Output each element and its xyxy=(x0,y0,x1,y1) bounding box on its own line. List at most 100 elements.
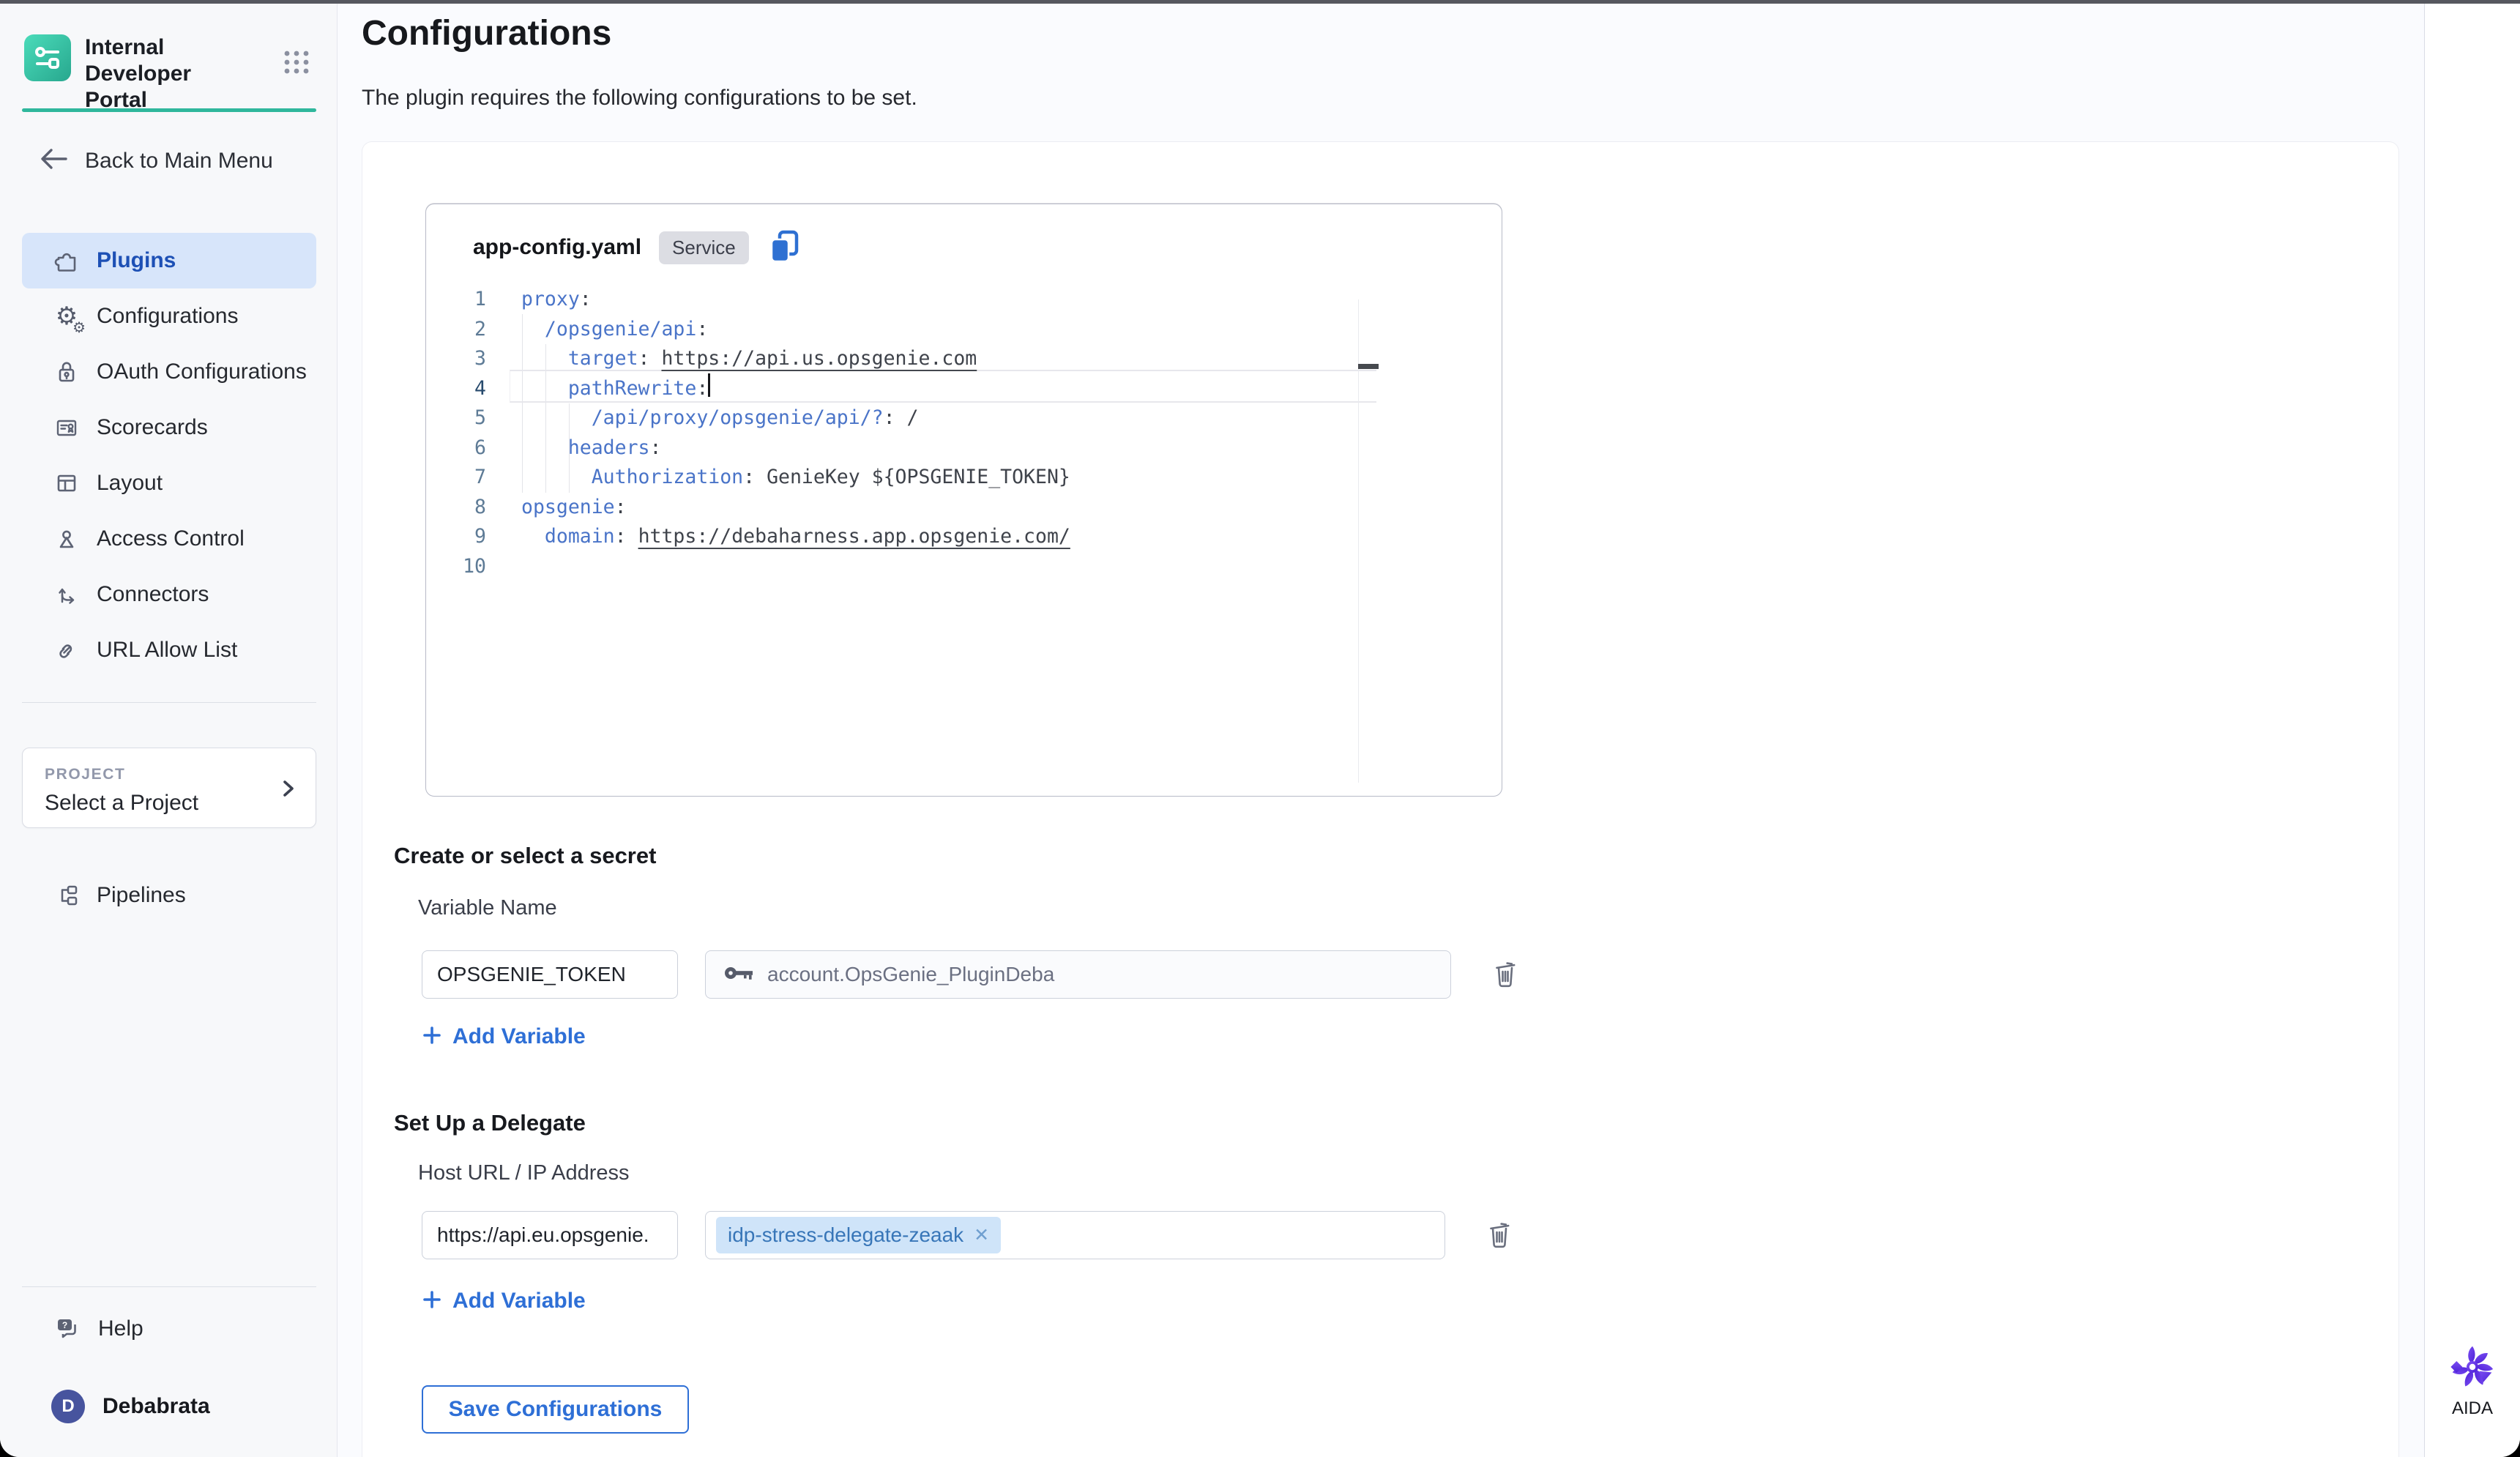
chip-remove-icon[interactable]: ✕ xyxy=(974,1224,989,1246)
person-icon xyxy=(53,525,81,553)
sidebar-item-access-control[interactable]: Access Control xyxy=(22,511,316,567)
editor-header: app-config.yaml Service xyxy=(473,229,802,266)
add-variable-label: Add Variable xyxy=(452,1289,586,1313)
content-panel: app-config.yaml Service 1pro xyxy=(362,141,2399,1457)
sidebar-item-label: Connectors xyxy=(97,582,209,607)
plugins-icon xyxy=(53,247,81,275)
sidebar-item-label: Pipelines xyxy=(97,883,186,908)
code-line: 9 domain: https://debaharness.app.opsgen… xyxy=(426,522,1500,552)
code-line: 3 target: https://api.us.opsgenie.com xyxy=(426,344,1500,374)
aida-launcher[interactable]: AIDA xyxy=(2425,1344,2520,1419)
sidebar-pipelines: Pipelines xyxy=(22,868,316,923)
service-badge: Service xyxy=(659,231,749,264)
sidebar-item-configurations[interactable]: ⚙ ⚙ Configurations xyxy=(22,288,316,344)
code-line: 7 Authorization: GenieKey ${OPSGENIE_TOK… xyxy=(426,463,1500,493)
code-line-active: 4 pathRewrite: xyxy=(426,374,1500,404)
user-menu[interactable]: D Debabrata xyxy=(22,1379,316,1434)
sidebar: Internal Developer Portal Back to Main M… xyxy=(0,4,338,1457)
user-row-wrap: D Debabrata xyxy=(22,1379,316,1434)
add-variable-label: Add Variable xyxy=(452,1024,586,1049)
right-rail: AIDA xyxy=(2424,4,2520,1457)
sidebar-item-plugins[interactable]: Plugins xyxy=(22,233,316,288)
help-button[interactable]: ? Help xyxy=(22,1301,316,1357)
sidebar-item-scorecards[interactable]: Scorecards xyxy=(22,400,316,455)
sidebar-divider xyxy=(22,1286,316,1287)
connectors-icon xyxy=(53,581,81,608)
add-variable-secret[interactable]: Add Variable xyxy=(422,1024,586,1049)
back-arrow-icon xyxy=(38,144,70,177)
text-cursor xyxy=(708,373,710,397)
copy-icon[interactable] xyxy=(768,229,802,266)
delegate-chip: idp-stress-delegate-zeaak ✕ xyxy=(716,1217,1001,1253)
back-label: Back to Main Menu xyxy=(85,149,273,174)
chevron-right-icon xyxy=(277,776,299,801)
save-configurations-button[interactable]: Save Configurations xyxy=(422,1385,689,1434)
aida-label: AIDA xyxy=(2425,1398,2520,1419)
delegate-section-heading: Set Up a Delegate xyxy=(394,1110,586,1136)
delete-secret-row-button[interactable] xyxy=(1491,958,1520,991)
sidebar-item-label: Layout xyxy=(97,471,163,496)
aida-icon xyxy=(2449,1344,2496,1390)
scrollbar-annotation xyxy=(1358,364,1379,369)
page-title: Configurations xyxy=(362,13,611,53)
sidebar-item-label: Configurations xyxy=(97,304,238,329)
plus-icon xyxy=(422,1025,442,1049)
project-selector[interactable]: PROJECT Select a Project xyxy=(22,748,316,828)
yaml-editor-card: app-config.yaml Service 1pro xyxy=(425,204,1502,797)
page-subtitle: The plugin requires the following config… xyxy=(362,86,917,111)
editor-filename: app-config.yaml xyxy=(473,235,641,260)
code-line: 8opsgenie: xyxy=(426,493,1500,523)
secret-select-field[interactable]: account.OpsGenie_PluginDeba xyxy=(705,950,1451,999)
sidebar-nav: Plugins ⚙ ⚙ Configurations OAuth Configu… xyxy=(22,233,316,678)
app-logo-icon xyxy=(24,34,71,81)
sidebar-item-connectors[interactable]: Connectors xyxy=(22,567,316,622)
project-value: Select a Project xyxy=(45,791,298,816)
host-url-label: Host URL / IP Address xyxy=(418,1161,630,1185)
sidebar-item-label: Plugins xyxy=(97,248,176,273)
user-name: Debabrata xyxy=(102,1394,210,1419)
host-url-input[interactable] xyxy=(422,1211,678,1259)
code-editor[interactable]: 1proxy: 2 /opsgenie/api: 3 target: https… xyxy=(426,285,1500,794)
secret-row: account.OpsGenie_PluginDeba xyxy=(422,950,1520,999)
brand-title: Internal Developer Portal xyxy=(85,34,253,113)
avatar: D xyxy=(51,1390,85,1423)
layout-icon xyxy=(53,469,81,497)
add-variable-delegate[interactable]: Add Variable xyxy=(422,1289,586,1313)
window-top-edge xyxy=(0,0,2520,4)
sidebar-item-label: Scorecards xyxy=(97,415,208,440)
sidebar-item-pipelines[interactable]: Pipelines xyxy=(22,868,316,923)
code-line: 5 /api/proxy/opsgenie/api/?: / xyxy=(426,403,1500,433)
code-line: 6 headers: xyxy=(426,433,1500,463)
plus-icon xyxy=(422,1289,442,1313)
sidebar-item-label: Access Control xyxy=(97,526,245,551)
svg-text:?: ? xyxy=(62,1320,67,1330)
delete-delegate-row-button[interactable] xyxy=(1485,1218,1514,1252)
sidebar-item-url-allow-list[interactable]: URL Allow List xyxy=(22,622,316,678)
secret-value: account.OpsGenie_PluginDeba xyxy=(767,963,1054,986)
variable-name-label: Variable Name xyxy=(418,896,557,920)
sidebar-item-layout[interactable]: Layout xyxy=(22,455,316,511)
help-label: Help xyxy=(98,1316,143,1341)
link-icon xyxy=(53,636,81,664)
code-line: 1proxy: xyxy=(426,285,1500,315)
sidebar-item-oauth-configurations[interactable]: OAuth Configurations xyxy=(22,344,316,400)
code-line: 10 xyxy=(426,552,1500,582)
scorecards-icon xyxy=(53,414,81,441)
app-grid-menu-icon[interactable] xyxy=(281,46,313,78)
sidebar-item-label: URL Allow List xyxy=(97,638,237,663)
delegate-tag-field[interactable]: idp-stress-delegate-zeaak ✕ xyxy=(705,1211,1445,1259)
delegate-chip-label: idp-stress-delegate-zeaak xyxy=(728,1223,963,1247)
help-row-wrap: ? Help xyxy=(22,1301,316,1357)
key-icon xyxy=(723,963,754,987)
brand: Internal Developer Portal xyxy=(24,34,253,113)
lock-icon xyxy=(53,358,81,386)
app-window: Internal Developer Portal Back to Main M… xyxy=(0,0,2520,1457)
secret-section-heading: Create or select a secret xyxy=(394,843,656,869)
brand-accent-rule xyxy=(22,108,316,112)
back-to-main-menu[interactable]: Back to Main Menu xyxy=(38,144,273,177)
delegate-row: idp-stress-delegate-zeaak ✕ xyxy=(422,1211,1514,1259)
variable-name-input[interactable] xyxy=(422,950,678,999)
sidebar-item-label: OAuth Configurations xyxy=(97,359,307,384)
code-line: 2 /opsgenie/api: xyxy=(426,315,1500,345)
help-icon: ? xyxy=(53,1314,82,1344)
